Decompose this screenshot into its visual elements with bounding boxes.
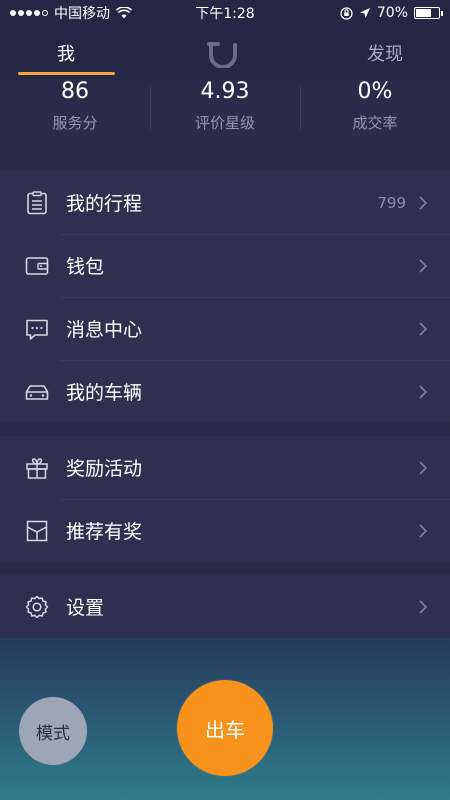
battery-percent: 70% <box>376 5 408 21</box>
menu-item-wallet[interactable]: 钱包 <box>0 234 450 297</box>
driver-stats: 86 服务分 4.93 评价星级 0% 成交率 <box>0 79 450 155</box>
tab-discover[interactable]: 发现 <box>320 26 450 80</box>
message-icon <box>24 316 50 342</box>
menu-item-label: 我的行程 <box>66 193 143 215</box>
gear-icon <box>24 594 50 620</box>
top-navigation: 我 发现 <box>0 26 450 80</box>
menu-item-messages[interactable]: 消息中心 <box>0 297 450 360</box>
stat-rating[interactable]: 4.93 评价星级 <box>150 79 300 155</box>
chevron-right-icon <box>419 258 428 273</box>
stat-value: 86 <box>61 79 89 104</box>
menu-item-trips[interactable]: 我的行程 799 <box>0 171 450 234</box>
trip-count: 799 <box>377 193 406 212</box>
menu-section-main: 我的行程 799 钱包 消息中心 我的车辆 <box>0 171 450 423</box>
wallet-icon <box>24 253 50 279</box>
stat-value: 4.93 <box>200 79 250 104</box>
signal-strength-icon <box>10 10 48 16</box>
chevron-right-icon <box>419 523 428 538</box>
menu-section-rewards: 奖励活动 推荐有奖 <box>0 436 450 562</box>
menu-item-label: 推荐有奖 <box>66 521 143 543</box>
car-icon <box>24 379 50 405</box>
chevron-right-icon <box>419 460 428 475</box>
menu-item-referral[interactable]: 推荐有奖 <box>0 499 450 562</box>
location-arrow-icon <box>359 8 370 18</box>
didi-logo-icon[interactable] <box>205 38 241 68</box>
active-tab-indicator <box>18 72 115 75</box>
start-driving-button[interactable]: 出车 <box>177 680 273 776</box>
chevron-right-icon <box>419 321 428 336</box>
menu-item-label: 钱包 <box>66 256 105 278</box>
menu-item-rewards[interactable]: 奖励活动 <box>0 436 450 499</box>
mode-button[interactable]: 模式 <box>19 697 87 765</box>
status-right: 70% <box>340 5 443 21</box>
status-bar: 中国移动 下午1:28 70% <box>0 0 450 26</box>
stat-service-score[interactable]: 86 服务分 <box>0 79 150 155</box>
clipboard-icon <box>24 190 50 216</box>
gift-icon <box>24 455 50 481</box>
menu-item-label: 消息中心 <box>66 319 143 341</box>
chevron-right-icon <box>419 599 428 614</box>
stat-completion-rate[interactable]: 0% 成交率 <box>300 79 450 155</box>
menu-item-label: 奖励活动 <box>66 458 143 480</box>
menu-section-settings: 设置 <box>0 575 450 638</box>
envelope-icon <box>24 518 50 544</box>
orientation-lock-icon <box>340 6 353 20</box>
stat-label: 评价星级 <box>194 114 255 132</box>
carrier-name: 中国移动 <box>54 6 110 22</box>
chevron-right-icon <box>419 384 428 399</box>
battery-icon <box>414 7 443 19</box>
menu-item-vehicle[interactable]: 我的车辆 <box>0 360 450 423</box>
status-left: 中国移动 <box>10 3 132 23</box>
menu-item-settings[interactable]: 设置 <box>0 575 450 638</box>
chevron-right-icon <box>419 195 428 210</box>
stat-label: 成交率 <box>352 114 398 132</box>
menu-item-label: 我的车辆 <box>66 382 143 404</box>
stat-label: 服务分 <box>52 114 98 132</box>
menu-item-label: 设置 <box>66 597 105 619</box>
stat-value: 0% <box>357 79 393 104</box>
wifi-icon <box>116 7 132 19</box>
